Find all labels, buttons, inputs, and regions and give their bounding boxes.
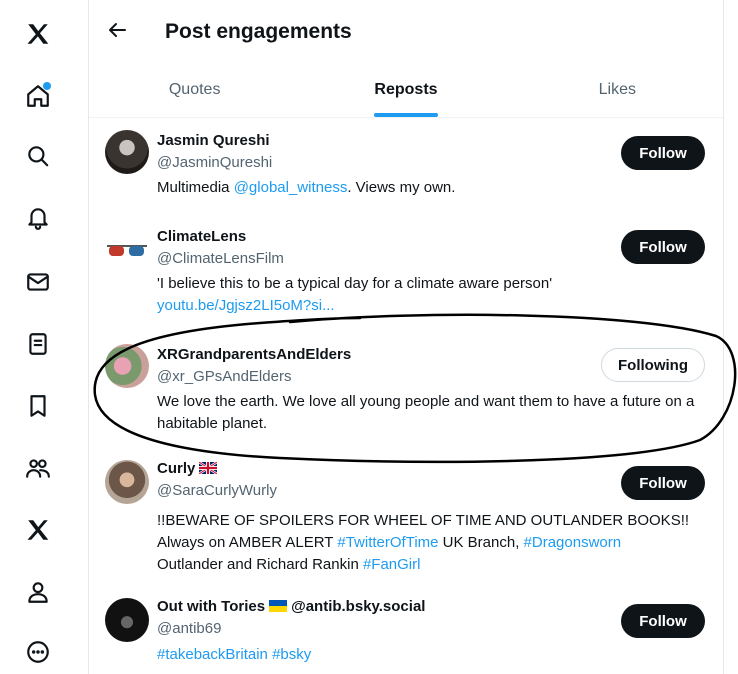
page-header: Post engagements [89, 0, 723, 62]
follow-button[interactable]: Follow [621, 466, 705, 500]
user-handle[interactable]: @antib69 [157, 620, 221, 637]
active-tab-indicator [373, 113, 438, 117]
bio-text: Always on AMBER ALERT [157, 534, 338, 551]
user-handle[interactable]: @xr_GPsAndElders [157, 368, 291, 385]
user-bio: We love the earth. We love all young peo… [157, 393, 695, 432]
tab-reposts[interactable]: Reposts [300, 62, 511, 117]
notification-dot [43, 82, 51, 90]
avatar[interactable] [105, 344, 149, 388]
hashtag-link[interactable]: #TwitterOfTime [337, 534, 438, 551]
user-name[interactable]: Curly [157, 460, 219, 478]
hashtag-link[interactable]: #FanGirl [363, 556, 421, 573]
uk-flag-icon [198, 460, 219, 478]
user-name[interactable]: Out with Tories @antib.bsky.social [157, 598, 425, 616]
user-handle[interactable]: @JasminQureshi [157, 154, 272, 171]
user-name[interactable]: XRGrandparentsAndElders [157, 346, 351, 363]
back-arrow-icon[interactable] [105, 18, 129, 42]
communities-icon[interactable] [20, 450, 56, 486]
avatar[interactable] [105, 598, 149, 642]
page-title: Post engagements [165, 20, 352, 43]
user-bio: Multimedia @global_witness. Views my own… [157, 177, 717, 199]
bio-line: Outlander and Richard Rankin #FanGirl [157, 554, 717, 576]
avatar[interactable] [105, 228, 149, 272]
user-bio: 'I believe this to be a typical day for … [157, 273, 717, 317]
follow-button[interactable]: Follow [621, 230, 705, 264]
bio-text: UK Branch, [438, 534, 524, 551]
tab-quotes[interactable]: Quotes [89, 62, 300, 117]
tab-label: Quotes [168, 80, 221, 98]
user-cell[interactable]: ClimateLens @ClimateLensFilm 'I believe … [89, 226, 723, 326]
bio-text: 'I believe this to be a typical day for … [157, 275, 553, 292]
follow-button[interactable]: Follow [621, 604, 705, 638]
user-bio: !!BEWARE OF SPOILERS FOR WHEEL OF TIME A… [157, 510, 717, 576]
ukraine-flag-icon [269, 599, 288, 616]
user-name-text: @antib.bsky.social [291, 598, 426, 615]
tab-label: Likes [598, 80, 636, 98]
profile-icon[interactable] [20, 574, 56, 610]
user-cell[interactable]: Curly @SaraCurlyWurly !!BEWARE OF SPOILE… [89, 458, 723, 578]
engagement-tabs: Quotes Reposts Likes [89, 62, 723, 118]
notifications-icon[interactable] [20, 200, 56, 236]
user-name[interactable]: Jasmin Qureshi [157, 132, 270, 149]
bio-text: Outlander and Richard Rankin [157, 556, 363, 573]
follow-button[interactable]: Follow [621, 136, 705, 170]
tab-likes[interactable]: Likes [512, 62, 723, 117]
search-icon[interactable] [20, 138, 56, 174]
bio-text: . Views my own. [347, 179, 456, 196]
left-nav-rail [0, 0, 84, 674]
bookmarks-icon[interactable] [20, 388, 56, 424]
user-handle[interactable]: @SaraCurlyWurly [157, 482, 277, 499]
user-name[interactable]: ClimateLens [157, 228, 246, 245]
lists-icon[interactable] [20, 326, 56, 362]
bio-text: !!BEWARE OF SPOILERS FOR WHEEL OF TIME A… [157, 512, 690, 529]
avatar[interactable] [105, 460, 149, 504]
user-name-text: Out with Tories [157, 598, 266, 615]
user-cell[interactable]: Out with Tories @antib.bsky.social @antib… [89, 596, 723, 674]
user-bio[interactable]: #takebackBritain #bsky [157, 644, 717, 666]
premium-x-icon[interactable] [20, 512, 56, 548]
mention-link[interactable]: @global_witness [234, 179, 348, 196]
following-button[interactable]: Following [601, 348, 705, 382]
more-icon[interactable] [20, 634, 56, 670]
messages-icon[interactable] [20, 264, 56, 300]
x-logo-icon[interactable] [20, 16, 56, 52]
main-column: Post engagements Quotes Reposts Likes Ja… [88, 0, 724, 674]
user-cell[interactable]: XRGrandparentsAndElders @xr_GPsAndElders… [89, 344, 723, 444]
bio-text: Multimedia [157, 179, 234, 196]
user-handle[interactable]: @ClimateLensFilm [157, 250, 284, 267]
avatar[interactable] [105, 130, 149, 174]
user-name-text: Curly [157, 460, 196, 477]
home-icon[interactable] [20, 78, 56, 114]
tab-label: Reposts [374, 80, 438, 98]
bio-url-link[interactable]: youtu.be/Jgjsz2LI5oM?si... [157, 295, 717, 317]
user-cell[interactable]: Jasmin Qureshi @JasminQureshi Multimedia… [89, 130, 723, 210]
hashtag-link[interactable]: #Dragonsworn [524, 534, 622, 551]
bio-line: Always on AMBER ALERT #TwitterOfTime UK … [157, 532, 717, 554]
